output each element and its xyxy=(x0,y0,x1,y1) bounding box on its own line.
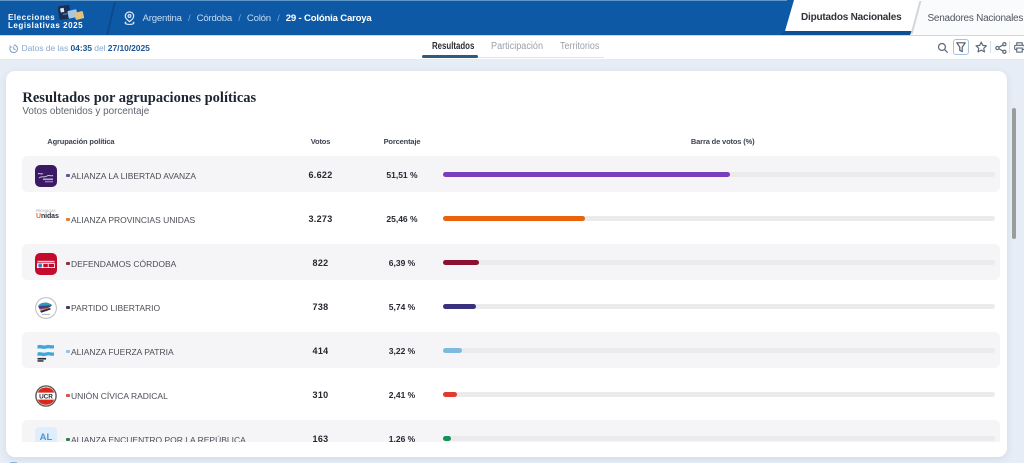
svg-text:UCR: UCR xyxy=(39,393,53,400)
